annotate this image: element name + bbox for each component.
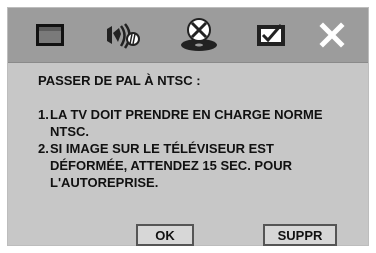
- screen-icon: [36, 24, 64, 46]
- message-item-number: 1.: [38, 107, 49, 122]
- message-item-text: LA TV DOIT PRENDRE EN CHARGE NORME NTSC.: [50, 107, 323, 139]
- message-list: 1. LA TV DOIT PRENDRE EN CHARGE NORME NT…: [38, 106, 358, 191]
- message-item-2: 2. SI IMAGE SUR LE TÉLÉVISEUR EST DÉFORM…: [38, 140, 358, 191]
- message-item-text: SI IMAGE SUR LE TÉLÉVISEUR EST DÉFORMÉE,…: [50, 141, 292, 190]
- checkbox-icon: [257, 24, 285, 46]
- dialog-panel: PASSER DE PAL À NTSC : 1. LA TV DOIT PRE…: [7, 7, 369, 246]
- menu-toolbar: [8, 8, 368, 63]
- close-button[interactable]: [310, 8, 354, 62]
- audio-settings-button[interactable]: [100, 8, 148, 62]
- audio-icon: [107, 23, 140, 49]
- message-title: PASSER DE PAL À NTSC :: [38, 73, 201, 88]
- disc-settings-icon: [181, 18, 217, 51]
- message-item-1: 1. LA TV DOIT PRENDRE EN CHARGE NORME NT…: [38, 106, 358, 140]
- message-item-number: 2.: [38, 141, 49, 156]
- screen-settings-button[interactable]: [28, 8, 72, 62]
- disc-settings-button[interactable]: [174, 8, 224, 62]
- close-icon: [319, 22, 345, 48]
- ok-button[interactable]: OK: [136, 224, 194, 246]
- suppr-button[interactable]: SUPPR: [263, 224, 337, 246]
- preferences-button[interactable]: [248, 8, 294, 62]
